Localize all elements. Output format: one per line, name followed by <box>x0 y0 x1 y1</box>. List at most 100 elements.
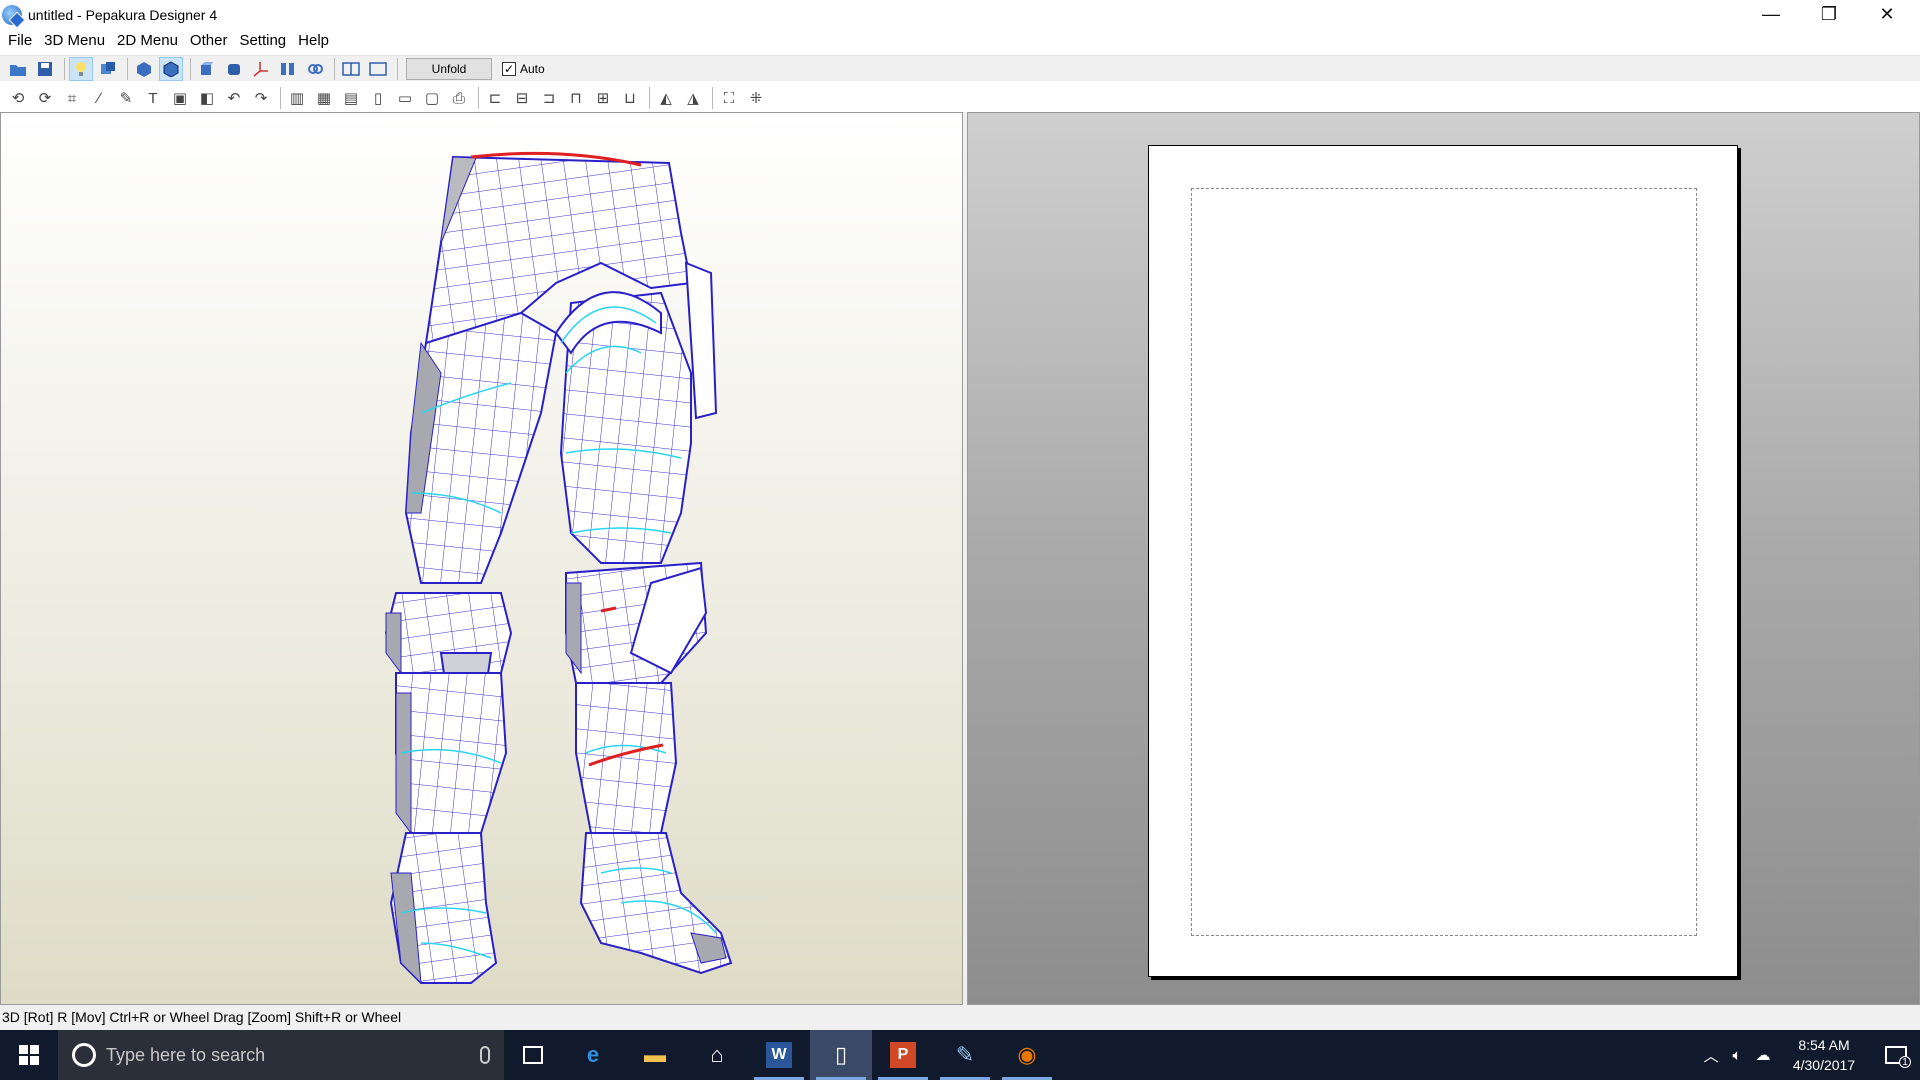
link-icon[interactable] <box>303 57 327 81</box>
text-icon[interactable]: T <box>141 86 165 110</box>
flip-h-icon[interactable]: ◭ <box>654 86 678 110</box>
menu-setting[interactable]: Setting <box>233 29 292 53</box>
volume-icon[interactable]: 🔈︎ <box>1724 1047 1750 1064</box>
close-button[interactable]: ✕ <box>1858 0 1916 29</box>
toolbar-separator <box>64 57 65 80</box>
pages-icon[interactable]: ▤ <box>339 86 363 110</box>
toolbar-separator <box>649 87 650 109</box>
minimize-button[interactable]: — <box>1742 0 1800 29</box>
cylinder-icon[interactable] <box>222 57 246 81</box>
cortana-icon <box>72 1043 96 1067</box>
view-3d-icon[interactable] <box>132 57 156 81</box>
menu-3d[interactable]: 3D Menu <box>38 29 111 53</box>
axis-icon[interactable] <box>249 57 273 81</box>
onedrive-icon[interactable]: ☁ <box>1750 1046 1776 1064</box>
clock-date: 4/30/2017 <box>1792 1057 1856 1073</box>
layout-single-icon[interactable] <box>366 57 390 81</box>
toolbar-separator <box>190 57 191 80</box>
toolbar-separator <box>334 57 335 80</box>
clock[interactable]: 8:54 AM 4/30/2017 <box>1776 1035 1872 1075</box>
light-icon[interactable] <box>69 56 93 81</box>
system-tray: ︿ 🔈︎ ☁ 8:54 AM 4/30/2017 1 <box>1698 1030 1920 1080</box>
cube-icon[interactable] <box>195 57 219 81</box>
microphone-icon[interactable] <box>480 1046 490 1064</box>
clock-time: 8:54 AM <box>1798 1037 1850 1053</box>
toolbar-separator <box>712 87 713 109</box>
action-center-icon[interactable]: 1 <box>1872 1046 1920 1068</box>
print-icon[interactable]: ⎙ <box>447 86 471 110</box>
main-toolbar: Unfold ✓ Auto <box>0 55 1920 81</box>
layout-split-icon[interactable] <box>339 57 363 81</box>
align-top-icon[interactable]: ⊓ <box>564 86 588 110</box>
windows-taskbar: Type here to search e ▬ ⌂ W ▯ P ✎ ◉ ︿ 🔈︎… <box>0 1030 1920 1080</box>
chevron-up-icon[interactable]: ︿ <box>1698 1045 1724 1066</box>
split-icon[interactable] <box>276 57 300 81</box>
open-icon[interactable] <box>6 57 30 81</box>
3d-view-panel[interactable] <box>0 112 963 1005</box>
title-bar: untitled - Pepakura Designer 4 — ❐ ✕ <box>0 0 1920 29</box>
align-left-icon[interactable]: ⊏ <box>483 86 507 110</box>
blender-icon[interactable]: ◉ <box>996 1030 1058 1080</box>
maximize-button[interactable]: ❐ <box>1800 0 1858 29</box>
auto-checkbox[interactable]: ✓ Auto <box>502 61 545 76</box>
book-icon[interactable]: ▥ <box>285 86 309 110</box>
align-right-icon[interactable]: ⊐ <box>537 86 561 110</box>
edit-toolbar: ⟲ ⟳ ⌗ ∕ ✎ T ▣ ◧ ↶ ↷ ▥ ▦ ▤ ▯ ▭ ▢ ⎙ ⊏ ⊟ ⊐ … <box>0 85 1920 111</box>
fit-icon[interactable]: ⛶ <box>717 86 741 110</box>
edge-icon[interactable]: e <box>562 1030 624 1080</box>
toolbar-separator <box>127 57 128 80</box>
view-3d-edges-icon[interactable] <box>159 56 183 81</box>
3d-model-legs[interactable] <box>1 113 962 1004</box>
notepad-icon[interactable]: ▯ <box>810 1030 872 1080</box>
menu-bar: File 3D Menu 2D Menu Other Setting Help <box>0 29 1920 53</box>
windows-logo-icon <box>19 1045 39 1065</box>
save-icon[interactable] <box>33 57 57 81</box>
status-bar: 3D [Rot] R [Mov] Ctrl+R or Wheel Drag [Z… <box>0 1005 1920 1030</box>
toolbar-separator <box>397 57 398 80</box>
powerpoint-icon[interactable]: P <box>872 1030 934 1080</box>
pepakura-taskbar-icon[interactable]: ✎ <box>934 1030 996 1080</box>
print-area-boundary <box>1191 188 1697 936</box>
grid-icon[interactable]: ▦ <box>312 86 336 110</box>
texture-icon[interactable] <box>96 57 120 81</box>
pepakura-app-icon[interactable] <box>2 4 22 25</box>
pen-icon[interactable]: ✎ <box>114 86 138 110</box>
store-icon[interactable]: ⌂ <box>686 1030 748 1080</box>
menu-2d[interactable]: 2D Menu <box>111 29 184 53</box>
search-placeholder: Type here to search <box>106 1044 266 1065</box>
page-add-icon[interactable]: ▯ <box>366 86 390 110</box>
rotate-icon[interactable]: ⟲ <box>6 86 30 110</box>
word-icon[interactable]: W <box>748 1030 810 1080</box>
task-view-button[interactable] <box>504 1030 562 1080</box>
2d-view-panel[interactable] <box>967 112 1920 1005</box>
notification-count: 1 <box>1899 1056 1911 1068</box>
join-icon[interactable]: ⌗ <box>60 86 84 110</box>
menu-help[interactable]: Help <box>292 29 335 53</box>
image-icon[interactable]: ▣ <box>168 86 192 110</box>
arrange-icon[interactable]: ⁜ <box>744 86 768 110</box>
page-next-icon[interactable]: ▭ <box>393 86 417 110</box>
window-title: untitled - Pepakura Designer 4 <box>28 6 218 23</box>
align-bottom-icon[interactable]: ⊔ <box>618 86 642 110</box>
checkbox-check-icon: ✓ <box>502 61 516 76</box>
start-button[interactable] <box>0 1030 58 1080</box>
unfold-button[interactable]: Unfold <box>406 57 492 80</box>
toolbar-separator <box>280 87 281 109</box>
taskbar-apps: e ▬ ⌂ W ▯ P ✎ ◉ <box>562 1030 1058 1080</box>
box-icon[interactable]: ◧ <box>195 86 219 110</box>
file-explorer-icon[interactable]: ▬ <box>624 1030 686 1080</box>
undo-icon[interactable]: ↶ <box>222 86 246 110</box>
clipboard-icon[interactable]: ▢ <box>420 86 444 110</box>
task-view-icon <box>523 1046 543 1064</box>
align-center-icon[interactable]: ⊟ <box>510 86 534 110</box>
rotate-parts-icon[interactable]: ⟳ <box>33 86 57 110</box>
menu-other[interactable]: Other <box>184 29 234 53</box>
paper-sheet[interactable] <box>1148 145 1738 977</box>
redo-icon[interactable]: ↷ <box>249 86 273 110</box>
taskbar-search[interactable]: Type here to search <box>58 1030 504 1080</box>
draw-icon[interactable]: ∕ <box>87 86 111 110</box>
flip-v-icon[interactable]: ◮ <box>681 86 705 110</box>
auto-label: Auto <box>520 61 545 76</box>
menu-file[interactable]: File <box>2 29 38 53</box>
align-middle-icon[interactable]: ⊞ <box>591 86 615 110</box>
